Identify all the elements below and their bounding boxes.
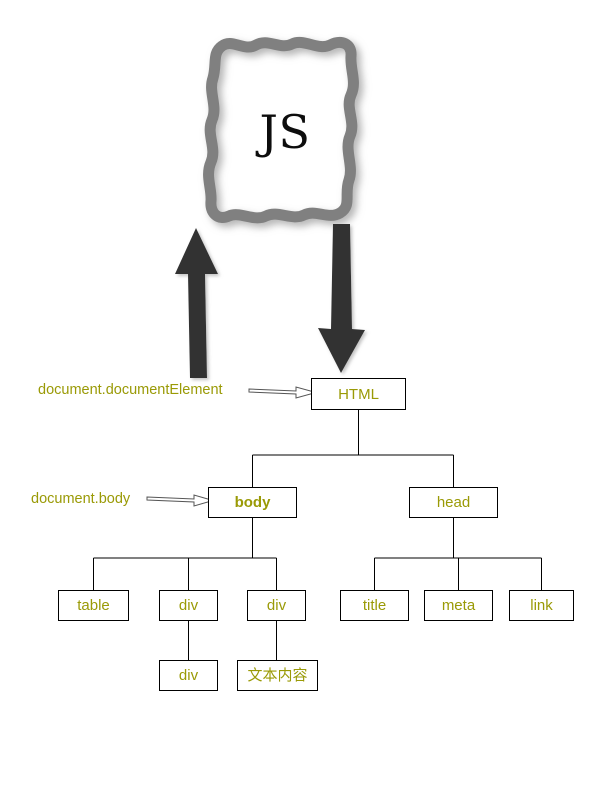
annotation-document-documentelement: document.documentElement <box>38 382 223 398</box>
tree-connectors <box>92 410 543 660</box>
node-table[interactable]: table <box>58 590 129 621</box>
node-head[interactable]: head <box>409 487 498 518</box>
js-node-label: JS <box>259 105 311 159</box>
node-body[interactable]: body <box>208 487 297 518</box>
node-html[interactable]: HTML <box>311 378 406 410</box>
node-link[interactable]: link <box>509 590 574 621</box>
annotation-document-body: document.body <box>31 491 131 507</box>
node-div-nested[interactable]: div <box>159 660 218 691</box>
node-title[interactable]: title <box>340 590 409 621</box>
annotation-arrow-documentbody <box>146 494 215 507</box>
node-div-1[interactable]: div <box>159 590 218 621</box>
arrow-html-to-js <box>175 228 218 378</box>
annotation-arrow-documentelement <box>248 386 318 399</box>
dom-tree-diagram: JS document.documentElement document.bod… <box>0 0 600 800</box>
node-meta[interactable]: meta <box>424 590 493 621</box>
arrow-js-to-html <box>318 224 365 373</box>
node-div-2[interactable]: div <box>247 590 306 621</box>
node-text-content[interactable]: 文本内容 <box>237 660 318 691</box>
